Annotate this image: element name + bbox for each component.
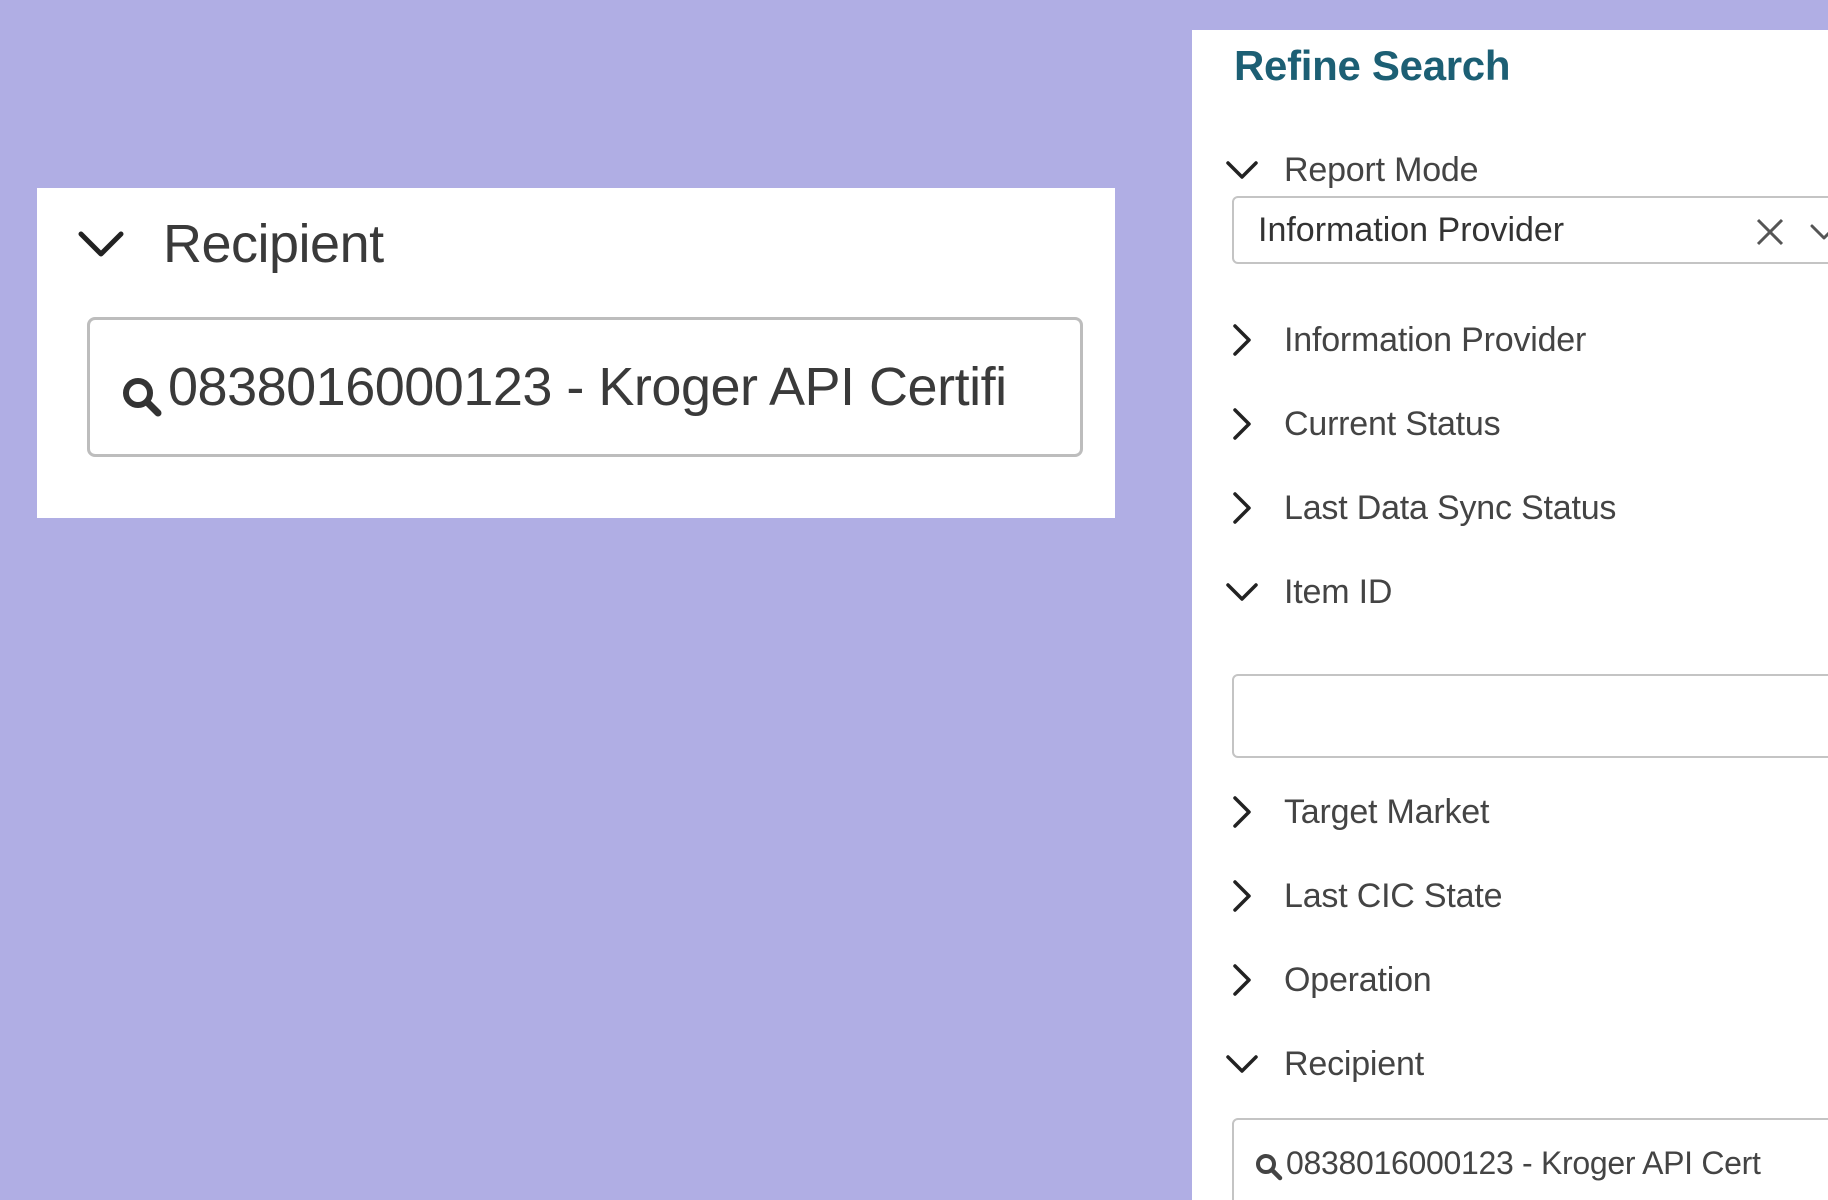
- search-icon: [1254, 1152, 1284, 1182]
- operation-label: Operation: [1284, 960, 1432, 999]
- chevron-right-icon: [1222, 792, 1262, 832]
- recipient-section[interactable]: Recipient: [1222, 1034, 1424, 1094]
- recipient-label: Recipient: [1284, 1044, 1424, 1083]
- item-id-section[interactable]: Item ID: [1222, 562, 1392, 622]
- chevron-right-icon: [1222, 320, 1262, 360]
- information-provider-section[interactable]: Information Provider: [1222, 310, 1586, 370]
- report-mode-selected-value: Information Provider: [1258, 210, 1565, 249]
- search-icon: [120, 375, 164, 419]
- chevron-down-icon[interactable]: [1806, 214, 1828, 250]
- last-cic-state-label: Last CIC State: [1284, 876, 1503, 915]
- target-market-section[interactable]: Target Market: [1222, 782, 1489, 842]
- information-provider-label: Information Provider: [1284, 320, 1587, 359]
- chevron-down-icon: [1222, 1044, 1262, 1084]
- recipient-search-input[interactable]: 0838016000123 - Kroger API Certifi: [87, 317, 1083, 457]
- item-id-input[interactable]: [1232, 674, 1828, 758]
- close-icon[interactable]: [1752, 214, 1788, 250]
- refine-search-panel: Refine Search Report Mode Information Pr…: [1192, 30, 1828, 1200]
- recipient-search-value: 0838016000123 - Kroger API Cert: [1286, 1144, 1761, 1181]
- chevron-right-icon: [1222, 960, 1262, 1000]
- current-status-label: Current Status: [1284, 404, 1501, 443]
- item-id-label: Item ID: [1284, 572, 1393, 611]
- recipient-search-input[interactable]: 0838016000123 - Kroger API Cert: [1232, 1118, 1828, 1200]
- chevron-right-icon: [1222, 876, 1262, 916]
- current-status-section[interactable]: Current Status: [1222, 394, 1501, 454]
- chevron-down-icon: [71, 214, 131, 274]
- chevron-down-icon: [1222, 572, 1262, 612]
- report-mode-select[interactable]: Information Provider: [1232, 196, 1828, 264]
- report-mode-label: Report Mode: [1284, 150, 1479, 189]
- chevron-right-icon: [1222, 488, 1262, 528]
- chevron-right-icon: [1222, 404, 1262, 444]
- recipient-search-value: 0838016000123 - Kroger API Certifi: [168, 357, 1007, 417]
- last-cic-state-section[interactable]: Last CIC State: [1222, 866, 1503, 926]
- recipient-section-label: Recipient: [163, 214, 384, 274]
- recipient-callout: Recipient 0838016000123 - Kroger API Cer…: [37, 188, 1115, 518]
- target-market-label: Target Market: [1284, 792, 1490, 831]
- refine-search-title: Refine Search: [1234, 42, 1511, 89]
- last-data-sync-status-section[interactable]: Last Data Sync Status: [1222, 478, 1616, 538]
- report-mode-section[interactable]: Report Mode: [1222, 140, 1479, 200]
- chevron-down-icon: [1222, 150, 1262, 190]
- operation-section[interactable]: Operation: [1222, 950, 1432, 1010]
- recipient-section-header[interactable]: Recipient: [71, 204, 384, 284]
- last-data-sync-status-label: Last Data Sync Status: [1284, 488, 1617, 527]
